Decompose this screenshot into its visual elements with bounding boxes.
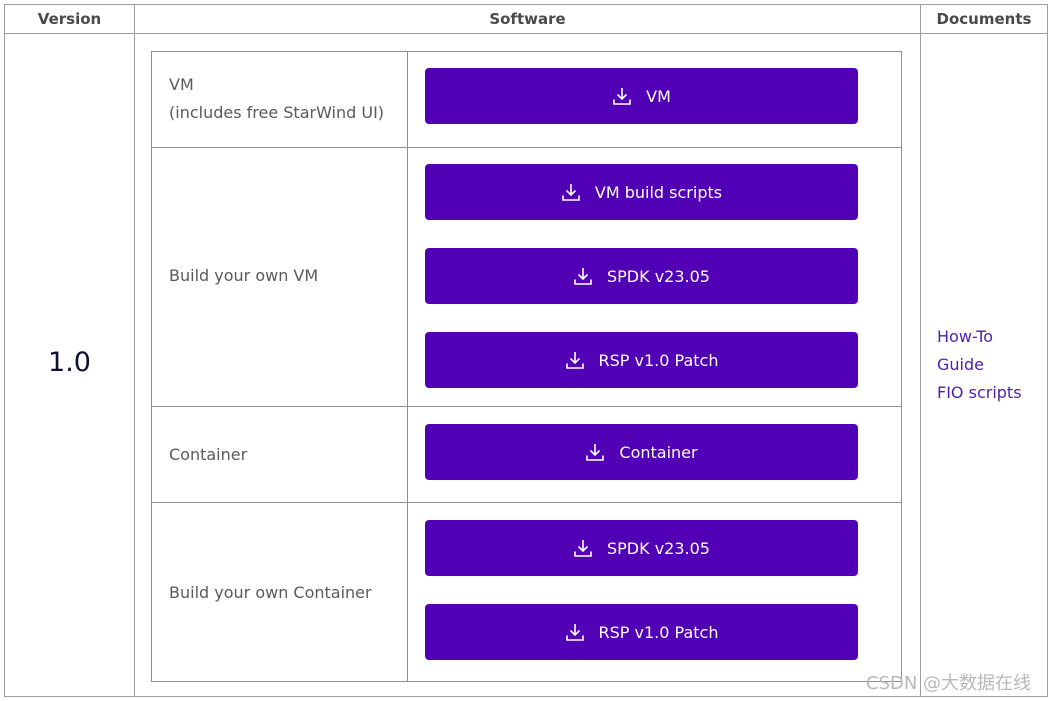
- row-label-line2: (includes free StarWind UI): [169, 103, 385, 122]
- download-rsp-patch-button[interactable]: RSP v1.0 Patch: [425, 332, 858, 388]
- software-row-build-vm: Build your own VM VM build scripts SPDK …: [152, 147, 901, 406]
- doc-link-fio-scripts[interactable]: FIO scripts: [937, 379, 1022, 407]
- row-divider: [407, 52, 408, 147]
- header-software: Software: [134, 5, 920, 33]
- download-icon: [565, 622, 585, 642]
- doc-link-how-to[interactable]: How-To: [937, 323, 1022, 351]
- header-version: Version: [37, 10, 102, 28]
- button-label: Container: [619, 442, 698, 462]
- download-icon: [573, 266, 593, 286]
- row-divider: [407, 148, 408, 406]
- software-row-vm: VM (includes free StarWind UI) VM: [152, 52, 901, 147]
- watermark: CSDN @大数据在线: [866, 673, 1032, 694]
- button-label: SPDK v23.05: [607, 538, 710, 558]
- row-label-line1: VM: [169, 75, 194, 94]
- download-icon: [573, 538, 593, 558]
- download-icon: [585, 442, 605, 462]
- download-spdk-button[interactable]: SPDK v23.05: [425, 248, 858, 304]
- button-label: VM build scripts: [594, 182, 723, 202]
- column-divider-2: [920, 33, 921, 696]
- software-row-container: Container Container: [152, 406, 901, 502]
- download-icon: [561, 182, 581, 202]
- row-divider: [407, 503, 408, 681]
- button-label: RSP v1.0 Patch: [598, 622, 719, 642]
- header-divider: [5, 33, 1047, 34]
- download-rsp-patch-container-button[interactable]: RSP v1.0 Patch: [425, 604, 858, 660]
- download-vm-build-scripts-button[interactable]: VM build scripts: [425, 164, 858, 220]
- row-label: Build your own VM: [169, 266, 319, 285]
- software-table: VM (includes free StarWind UI) VM Build …: [151, 51, 902, 682]
- download-icon: [565, 350, 585, 370]
- row-label: VM (includes free StarWind UI): [169, 71, 399, 127]
- row-label: Build your own Container: [169, 583, 372, 602]
- column-divider-1: [134, 33, 135, 696]
- download-icon: [612, 86, 632, 106]
- header-documents: Documents: [920, 5, 1047, 33]
- row-divider: [407, 407, 408, 502]
- doc-link-guide[interactable]: Guide: [937, 351, 1022, 379]
- downloads-table: Version Software Documents 1.0 VM (inclu…: [4, 4, 1048, 697]
- download-spdk-container-button[interactable]: SPDK v23.05: [425, 520, 858, 576]
- row-label: Container: [169, 445, 248, 464]
- button-label: RSP v1.0 Patch: [598, 350, 719, 370]
- button-label: VM: [646, 86, 671, 106]
- download-vm-button[interactable]: VM: [425, 68, 858, 124]
- documents-list: How-To Guide FIO scripts: [937, 323, 1022, 407]
- version-value: 1.0: [48, 347, 91, 378]
- button-label: SPDK v23.05: [607, 266, 710, 286]
- download-container-button[interactable]: Container: [425, 424, 858, 480]
- software-row-build-container: Build your own Container SPDK v23.05 RSP…: [152, 502, 901, 681]
